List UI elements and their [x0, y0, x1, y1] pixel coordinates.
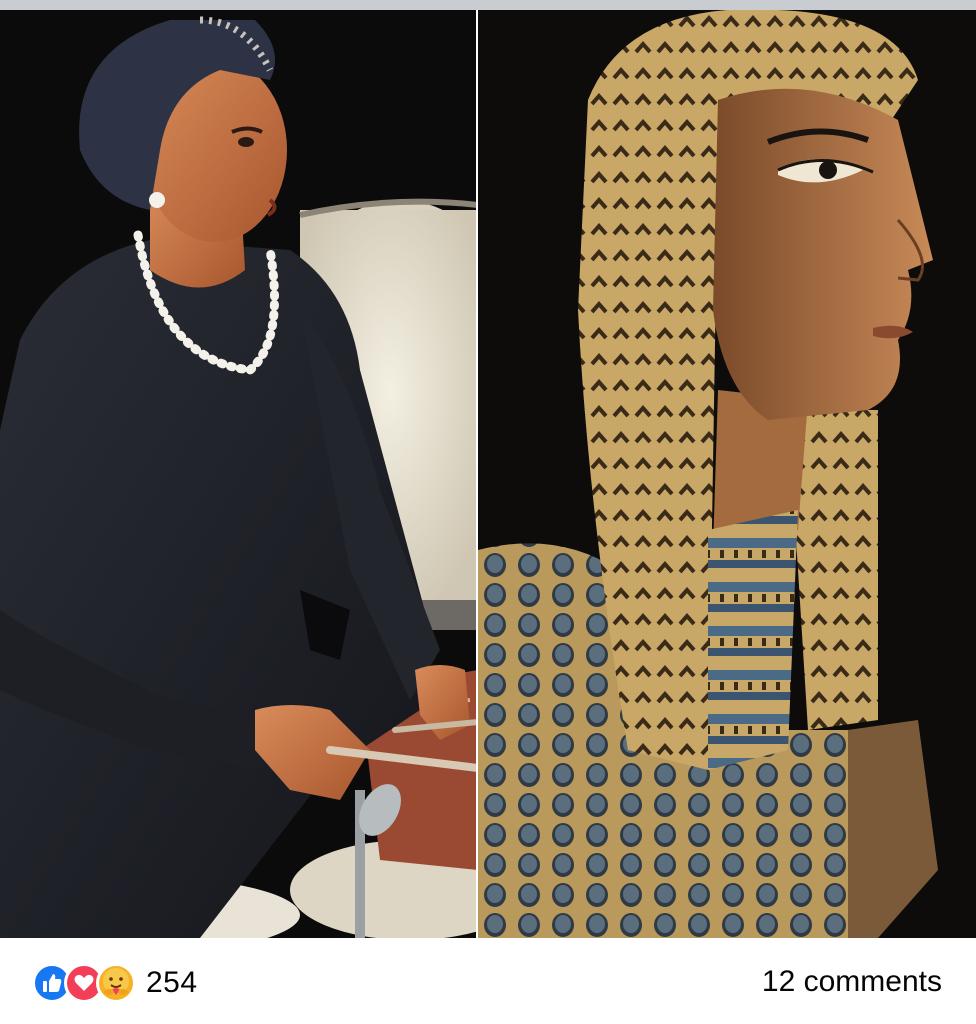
post-footer: 254 12 comments	[0, 938, 976, 1024]
top-separator	[0, 0, 976, 10]
sarcophagus-photo	[478, 10, 976, 938]
reactions-summary[interactable]: 254	[32, 960, 198, 1006]
comments-count-link[interactable]: 12 comments	[762, 965, 942, 999]
reaction-count: 254	[146, 966, 198, 999]
care-icon	[96, 963, 136, 1003]
drummer-photo	[0, 10, 478, 938]
post-photo[interactable]	[0, 10, 976, 938]
